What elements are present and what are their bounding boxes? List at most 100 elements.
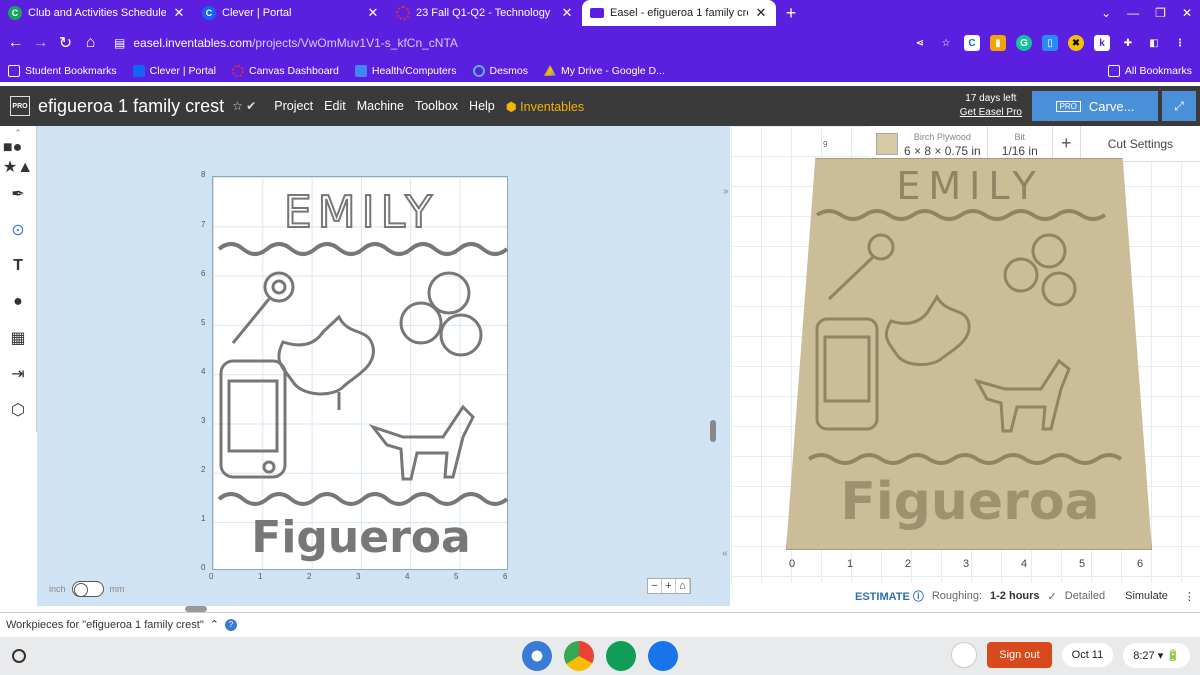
sun-key-shape[interactable] xyxy=(231,271,295,344)
chevron-up-icon[interactable]: ⌃ xyxy=(210,618,219,631)
leaf-shape[interactable] xyxy=(277,314,375,410)
chevron-down-icon[interactable]: ⌄ xyxy=(1101,6,1111,20)
close-window-icon[interactable]: ✕ xyxy=(1182,6,1192,20)
more-vert-icon[interactable]: ⋮ xyxy=(1172,35,1188,51)
project-title[interactable]: efigueroa 1 family crest xyxy=(38,96,224,117)
collapse-up-icon[interactable]: ⌃ xyxy=(0,126,36,140)
bookmark-canvas[interactable]: Canvas Dashboard xyxy=(231,65,339,77)
reload-icon[interactable]: ↻ xyxy=(56,33,75,53)
favorite-star-icon[interactable]: ☆ ✔ xyxy=(232,99,256,113)
expand-icon[interactable]: ⤢ xyxy=(1162,91,1196,121)
dog-shape[interactable] xyxy=(368,404,475,481)
add-bit-button[interactable]: + xyxy=(1053,126,1081,161)
estimate-label[interactable]: ESTIMATE ⓘ xyxy=(855,588,924,604)
menu-toolbox[interactable]: Toolbox xyxy=(415,99,458,114)
system-tray: Sign out Oct 11 8:27 ▾ 🔋 xyxy=(951,642,1190,668)
chrome-icon[interactable] xyxy=(564,641,594,671)
extension-emoji-icon[interactable]: ✖ xyxy=(1068,35,1084,51)
bookmark-all[interactable]: All Bookmarks xyxy=(1107,65,1192,77)
bit-selector[interactable]: Bit 1/16 in xyxy=(988,126,1053,161)
bookmark-desmos[interactable]: Desmos xyxy=(472,65,528,77)
share-icon[interactable]: ⋖ xyxy=(912,35,928,51)
home-view-icon[interactable]: ⌂ xyxy=(676,579,690,593)
detailed-label[interactable]: Detailed xyxy=(1065,590,1105,602)
classroom-icon[interactable] xyxy=(606,641,636,671)
menu-edit[interactable]: Edit xyxy=(324,99,346,114)
carve-button[interactable]: PRO Carve... xyxy=(1032,91,1158,121)
camera-icon[interactable] xyxy=(648,641,678,671)
menu-inventables[interactable]: ⬢ Inventables xyxy=(506,99,584,114)
material-swatch xyxy=(876,132,898,155)
design-canvas[interactable]: 8 7 6 5 4 3 2 1 0 0 1 2 3 4 5 6 EMILY Fi… xyxy=(37,126,730,612)
3d-box-icon[interactable]: ⬡ xyxy=(0,392,36,428)
simulate-button[interactable]: Simulate xyxy=(1125,590,1168,602)
tab-club-schedule[interactable]: C Club and Activities Schedule - H ✕ xyxy=(0,0,194,26)
close-icon[interactable]: ✕ xyxy=(560,5,574,21)
minimize-icon[interactable]: — xyxy=(1127,6,1139,20)
name-top-text[interactable]: EMILY xyxy=(283,186,438,239)
material-selector[interactable]: Birch Plywood 6 × 8 × 0.75 in xyxy=(870,126,988,161)
address-bar[interactable]: ▤ easel.inventables.com/projects/VwOmMuv… xyxy=(106,30,906,56)
close-icon[interactable]: ✕ xyxy=(754,5,768,21)
phone-shape[interactable] xyxy=(219,359,287,479)
close-icon[interactable]: ✕ xyxy=(172,5,186,21)
name-bottom-text[interactable]: Figueroa xyxy=(251,512,470,563)
cut-settings-button[interactable]: Cut Settings xyxy=(1081,126,1200,161)
puzzle-icon[interactable]: ✚ xyxy=(1120,35,1136,51)
y-tick: 1 xyxy=(201,514,206,523)
vertical-scrollbar[interactable] xyxy=(710,420,716,442)
grammarly-icon[interactable]: G xyxy=(1016,35,1032,51)
wave-divider-top[interactable] xyxy=(217,242,509,256)
new-tab-button[interactable]: + xyxy=(776,0,806,26)
get-pro-link[interactable]: Get Easel Pro xyxy=(960,107,1022,118)
apps-icon[interactable]: ▦ xyxy=(0,320,36,356)
tab-clever-portal[interactable]: C Clever | Portal ✕ xyxy=(194,0,388,26)
unit-switch[interactable] xyxy=(71,581,104,597)
menu-project[interactable]: Project xyxy=(274,99,313,114)
home-icon[interactable]: ⌂ xyxy=(81,34,100,52)
kami-icon[interactable]: k xyxy=(1094,35,1110,51)
target-icon[interactable]: ⊙ xyxy=(0,212,36,248)
sign-out-button[interactable]: Sign out xyxy=(987,642,1052,668)
bookmark-star-icon[interactable]: ☆ xyxy=(938,35,954,51)
clever-extension-icon[interactable]: C xyxy=(964,35,980,51)
menu-help[interactable]: Help xyxy=(469,99,495,114)
tab-technology[interactable]: 23 Fall Q1-Q2 - Technology 6 ✕ xyxy=(388,0,582,26)
restore-icon[interactable]: ❐ xyxy=(1155,6,1166,20)
time-display[interactable]: 8:27 ▾ 🔋 xyxy=(1123,642,1190,668)
bookmark-health[interactable]: Health/Computers xyxy=(354,65,457,77)
chevron-right-icon[interactable]: » xyxy=(723,186,729,197)
date-display[interactable]: Oct 11 xyxy=(1061,643,1114,667)
zoom-out-icon[interactable]: − xyxy=(648,579,662,593)
help-icon[interactable]: ? xyxy=(224,618,237,631)
forward-arrow-icon[interactable]: → xyxy=(31,34,50,52)
chevron-left-icon[interactable]: « xyxy=(722,548,728,559)
extension-blue-icon[interactable]: ▯ xyxy=(1042,35,1058,51)
apple-icon[interactable]: ● xyxy=(0,284,36,320)
workpieces-bar[interactable]: Workpieces for "efigueroa 1 family crest… xyxy=(0,612,1200,636)
sidepanel-icon[interactable]: ◧ xyxy=(1146,35,1162,51)
notes-icon[interactable] xyxy=(951,642,978,668)
menu-machine[interactable]: Machine xyxy=(357,99,404,114)
extension-icon[interactable]: ▮ xyxy=(990,35,1006,51)
bookmark-clever[interactable]: Clever | Portal xyxy=(132,65,216,77)
more-vert-icon[interactable]: ⋮ xyxy=(1184,590,1195,603)
text-icon[interactable]: T xyxy=(0,248,36,284)
shapes-icon[interactable]: ■● ★▲ xyxy=(0,139,36,176)
workpiece-board[interactable]: EMILY Figueroa xyxy=(212,176,509,570)
smiley-coins-shape[interactable] xyxy=(399,271,483,357)
wave-divider-bottom[interactable] xyxy=(217,492,509,506)
close-icon[interactable]: ✕ xyxy=(366,5,380,21)
bookmark-student[interactable]: Student Bookmarks xyxy=(8,65,117,77)
site-info-icon[interactable]: ▤ xyxy=(114,36,125,50)
material-bar: Birch Plywood 6 × 8 × 0.75 in Bit 1/16 in … xyxy=(870,126,1200,162)
easel-pro-logo-icon[interactable]: PRO xyxy=(10,96,30,116)
zoom-in-icon[interactable]: + xyxy=(662,579,676,593)
launcher-icon[interactable] xyxy=(12,649,26,663)
tab-easel[interactable]: Easel - efigueroa 1 family crest ✕ xyxy=(582,0,776,26)
import-icon[interactable]: ⇥ xyxy=(0,356,36,392)
canvas-app-icon[interactable] xyxy=(522,641,552,671)
bookmark-drive[interactable]: My Drive - Google D... xyxy=(544,65,665,77)
pen-icon[interactable]: ✒ xyxy=(0,176,36,212)
back-arrow-icon[interactable]: ← xyxy=(6,34,25,52)
